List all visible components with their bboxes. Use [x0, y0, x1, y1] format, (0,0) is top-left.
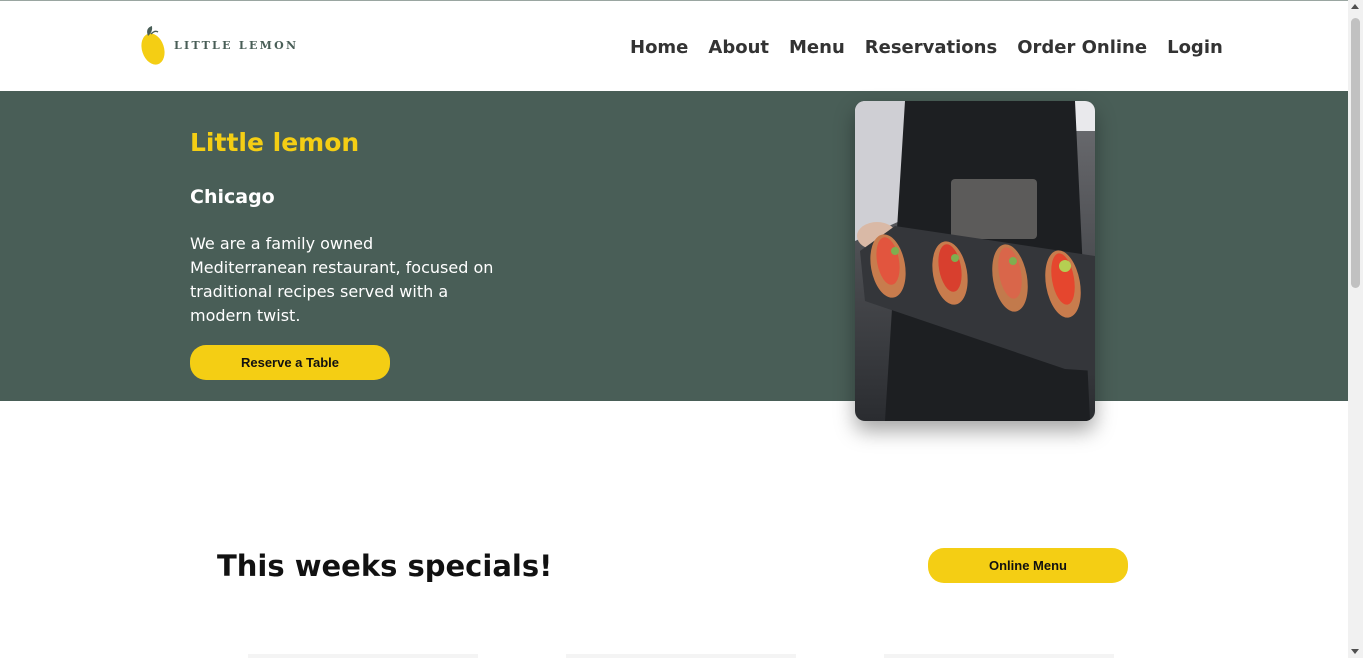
special-card	[884, 654, 1114, 658]
scroll-up-arrow-icon[interactable]	[1351, 4, 1359, 9]
scroll-down-arrow-icon[interactable]	[1351, 649, 1359, 654]
top-border	[0, 0, 1348, 1]
nav-about[interactable]: About	[708, 36, 769, 60]
special-card	[248, 654, 478, 658]
hero-title: Little lemon	[190, 128, 360, 157]
hero-image	[855, 101, 1095, 421]
online-menu-button[interactable]: Online Menu	[928, 548, 1128, 583]
nav-reservations[interactable]: Reservations	[865, 36, 997, 60]
nav-order-online[interactable]: Order Online	[1017, 36, 1147, 60]
scroll-thumb[interactable]	[1351, 18, 1360, 288]
logo[interactable]: LITTLE LEMON	[141, 24, 298, 66]
lemon-icon	[141, 26, 165, 65]
nav-login[interactable]: Login	[1167, 36, 1223, 60]
hero-subtitle: Chicago	[190, 186, 275, 208]
special-card	[566, 654, 796, 658]
main-nav: Home About Menu Reservations Order Onlin…	[630, 36, 1223, 60]
vertical-scrollbar[interactable]	[1348, 0, 1363, 658]
hero-description: We are a family owned Mediterranean rest…	[190, 234, 494, 325]
nav-menu[interactable]: Menu	[789, 36, 845, 60]
reserve-table-button[interactable]: Reserve a Table	[190, 345, 390, 380]
specials-title: This weeks specials!	[217, 549, 553, 583]
logo-text: LITTLE LEMON	[174, 38, 299, 52]
nav-home[interactable]: Home	[630, 36, 688, 60]
